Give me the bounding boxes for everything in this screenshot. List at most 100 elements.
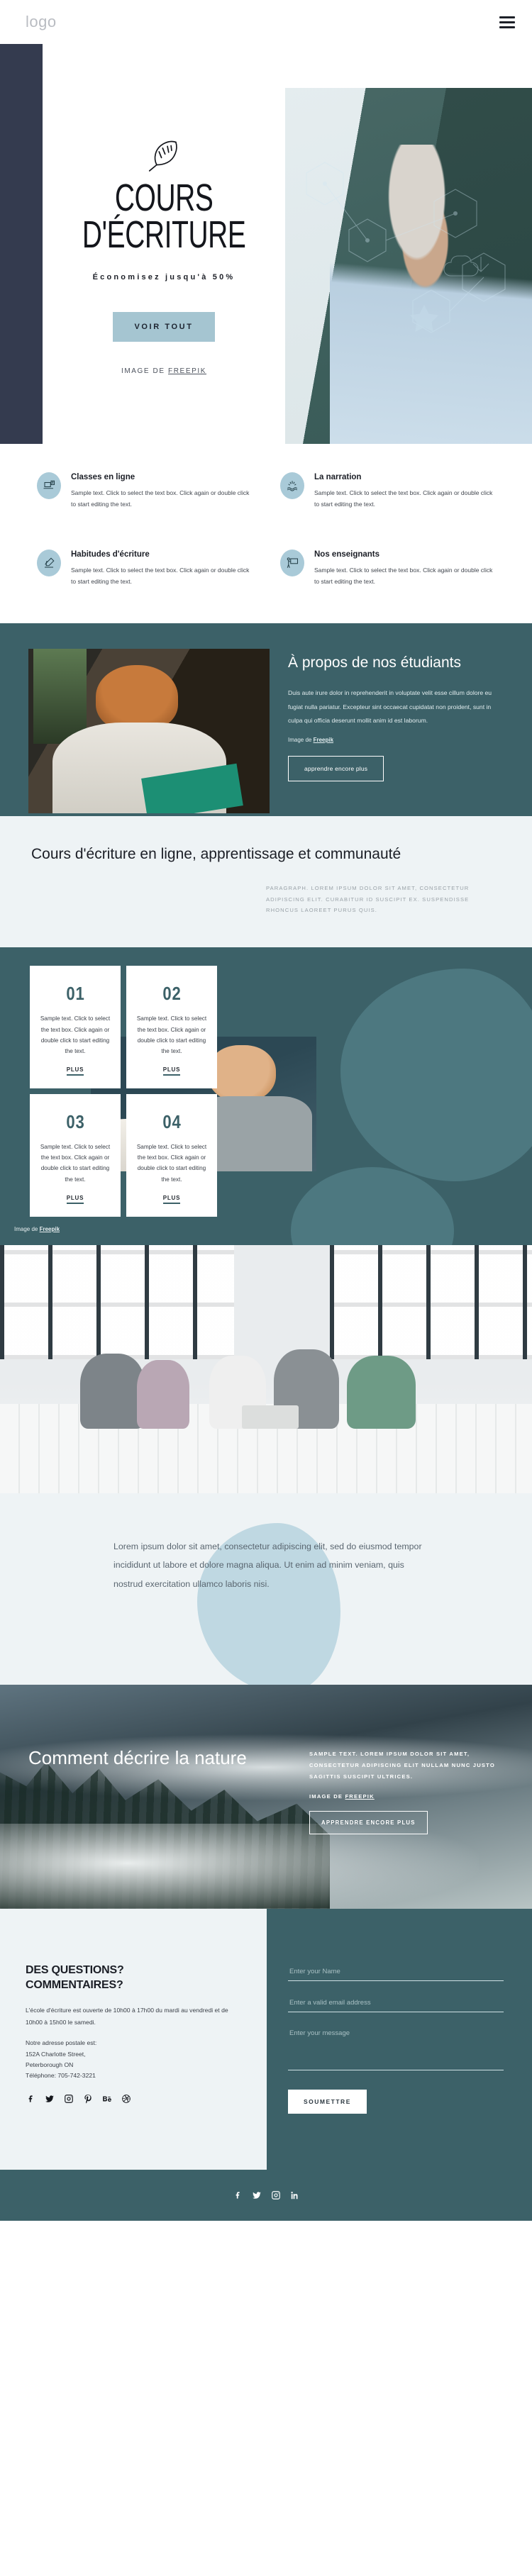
laptop-presentation-icon bbox=[37, 472, 61, 499]
message-input[interactable] bbox=[288, 2026, 504, 2070]
hamburger-bar bbox=[499, 16, 515, 18]
apprendre-encore-plus-button[interactable]: apprendre encore plus bbox=[288, 756, 384, 782]
facebook-icon[interactable] bbox=[26, 2094, 35, 2104]
hero-credit-link[interactable]: FREEPIK bbox=[168, 367, 206, 375]
hero-section: COURS D'ÉCRITURE Économisez jusqu'à 50% … bbox=[0, 44, 532, 444]
hero-accent-bar bbox=[0, 44, 43, 444]
behance-icon[interactable] bbox=[102, 2094, 112, 2104]
soumettre-button[interactable]: SOUMETTRE bbox=[288, 2089, 367, 2114]
nature-text: SAMPLE TEXT. LOREM IPSUM DOLOR SIT AMET,… bbox=[309, 1750, 495, 1780]
site-logo[interactable]: logo bbox=[26, 13, 57, 31]
contact-phone: Téléphone: 705-742-3221 bbox=[26, 2071, 96, 2079]
hero-title-line2: D'ÉCRITURE bbox=[82, 213, 246, 256]
card-text: Sample text. Click to select the text bo… bbox=[136, 1144, 207, 1183]
number-card[interactable]: 01 Sample text. Click to select the text… bbox=[30, 966, 121, 1089]
card-plus-link[interactable]: PLUS bbox=[66, 1195, 84, 1204]
numbered-cards-grid: 01 Sample text. Click to select the text… bbox=[30, 966, 532, 1217]
voir-tout-button[interactable]: VOIR TOUT bbox=[113, 311, 215, 342]
email-field-wrapper bbox=[288, 1995, 504, 2012]
card-text: Sample text. Click to select the text bo… bbox=[40, 1144, 111, 1183]
nature-section: Comment décrire la nature SAMPLE TEXT. L… bbox=[0, 1684, 532, 1909]
hamburger-bar bbox=[499, 21, 515, 23]
number-card[interactable]: 03 Sample text. Click to select the text… bbox=[30, 1094, 121, 1217]
card-plus-link[interactable]: PLUS bbox=[162, 1066, 181, 1076]
about-photo bbox=[28, 648, 270, 813]
contact-heading-line1: DES QUESTIONS? bbox=[26, 1963, 124, 1976]
name-input[interactable] bbox=[288, 1964, 504, 1981]
nature-title: Comment décrire la nature bbox=[28, 1746, 247, 1768]
email-input[interactable] bbox=[288, 1995, 504, 2012]
contact-form: SOUMETTRE bbox=[267, 1908, 532, 2143]
person bbox=[136, 1359, 189, 1429]
site-header: logo bbox=[0, 0, 532, 44]
laptop bbox=[241, 1405, 299, 1429]
apprendre-encore-plus-button-nature[interactable]: APPRENDRE ENCORE PLUS bbox=[309, 1810, 428, 1834]
hamburger-icon[interactable] bbox=[499, 16, 515, 28]
person bbox=[347, 1355, 416, 1429]
numbers-credit-prefix: Image de bbox=[14, 1225, 40, 1232]
hero-image-credit: IMAGE DE FREEPIK bbox=[121, 367, 206, 375]
footer-left-spacer bbox=[0, 2142, 267, 2170]
about-credit-link[interactable]: Freepik bbox=[314, 737, 333, 743]
feature-title: Classes en ligne bbox=[71, 473, 135, 481]
nature-credit-link[interactable]: FREEPIK bbox=[345, 1793, 374, 1800]
feature-text: Sample text. Click to select the text bo… bbox=[314, 567, 493, 586]
hero-photo bbox=[285, 88, 532, 444]
about-section: À propos de nos étudiants Duis aute irur… bbox=[0, 623, 532, 816]
card-plus-link[interactable]: PLUS bbox=[162, 1195, 181, 1204]
feature-item-habitudes-decriture: Habitudes d'écriture Sample text. Click … bbox=[37, 550, 252, 587]
card-number: 02 bbox=[162, 983, 182, 1005]
nature-credit-prefix: IMAGE DE bbox=[309, 1792, 345, 1800]
feature-text: Sample text. Click to select the text bo… bbox=[314, 489, 493, 508]
about-photo-window bbox=[33, 648, 87, 745]
card-plus-link[interactable]: PLUS bbox=[66, 1066, 84, 1076]
address-line2: Peterborough ON bbox=[26, 2061, 74, 2068]
footer-right-fill bbox=[267, 2142, 532, 2170]
about-text: Duis aute irure dolor in reprehenderit i… bbox=[288, 689, 492, 724]
twitter-icon[interactable] bbox=[252, 2190, 262, 2200]
feature-text: Sample text. Click to select the text bo… bbox=[71, 489, 250, 508]
number-card[interactable]: 02 Sample text. Click to select the text… bbox=[126, 966, 217, 1089]
numbers-image-credit: Image de Freepik bbox=[14, 1226, 60, 1232]
hamburger-bar bbox=[499, 26, 515, 28]
message-field-wrapper bbox=[288, 2026, 504, 2074]
about-image-credit: Image de Freepik bbox=[288, 737, 504, 743]
group-photo-people bbox=[64, 1325, 468, 1429]
hero-content: COURS D'ÉCRITURE Économisez jusqu'à 50% … bbox=[43, 44, 285, 444]
feather-icon bbox=[148, 140, 177, 172]
tech-overlay-icon bbox=[306, 162, 506, 333]
nature-fog bbox=[0, 1823, 479, 1909]
contact-address: Notre adresse postale est: 152A Charlott… bbox=[26, 2038, 238, 2080]
headline-section: Cours d'écriture en ligne, apprentissage… bbox=[0, 815, 532, 948]
nature-image-credit: IMAGE DE FREEPIK bbox=[309, 1793, 504, 1800]
site-footer bbox=[0, 2142, 532, 2221]
about-credit-prefix: Image de bbox=[288, 737, 314, 744]
contact-info: DES QUESTIONS? COMMENTAIRES? L'école d'é… bbox=[0, 1909, 267, 2143]
card-text: Sample text. Click to select the text bo… bbox=[40, 1015, 111, 1054]
linkedin-icon[interactable] bbox=[290, 2190, 300, 2200]
instagram-icon[interactable] bbox=[64, 2094, 74, 2104]
lorem-text: Lorem ipsum dolor sit amet, consectetur … bbox=[113, 1541, 422, 1590]
headline-title: Cours d'écriture en ligne, apprentissage… bbox=[31, 845, 401, 862]
dribbble-icon[interactable] bbox=[121, 2094, 131, 2104]
features-section: Classes en ligne Sample text. Click to s… bbox=[0, 444, 532, 623]
number-card[interactable]: 04 Sample text. Click to select the text… bbox=[126, 1094, 217, 1217]
feature-item-la-narration: La narration Sample text. Click to selec… bbox=[280, 472, 495, 510]
pinterest-icon[interactable] bbox=[83, 2094, 93, 2104]
hero-subtitle: Économisez jusqu'à 50% bbox=[92, 272, 235, 281]
instagram-icon[interactable] bbox=[271, 2190, 281, 2200]
teacher-board-icon bbox=[280, 550, 304, 577]
feature-title: La narration bbox=[314, 473, 362, 481]
twitter-icon[interactable] bbox=[45, 2094, 55, 2104]
headline-paragraph: PARAGRAPH. LOREM IPSUM DOLOR SIT AMET, C… bbox=[266, 884, 470, 914]
facebook-icon[interactable] bbox=[233, 2190, 243, 2200]
contact-heading-line2: COMMENTAIRES? bbox=[26, 1979, 123, 1992]
contact-social-links bbox=[26, 2094, 238, 2104]
name-field-wrapper bbox=[288, 1964, 504, 1981]
contact-heading: DES QUESTIONS? COMMENTAIRES? bbox=[26, 1963, 238, 1993]
card-number: 01 bbox=[65, 983, 85, 1005]
about-title: À propos de nos étudiants bbox=[288, 654, 462, 671]
numbers-credit-link[interactable]: Freepik bbox=[40, 1226, 60, 1232]
hand-writing-icon bbox=[37, 550, 61, 577]
address-label: Notre adresse postale est: bbox=[26, 2039, 97, 2047]
